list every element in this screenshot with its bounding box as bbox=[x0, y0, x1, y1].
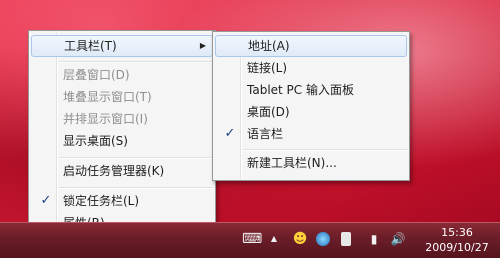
taskbar-context-menu: 工具栏(T) ▶ 层叠窗口(D) 堆叠显示窗口(T) 并排显示窗口(I) 显示桌… bbox=[28, 30, 216, 238]
menu-item-label: 工具栏(T) bbox=[64, 39, 117, 53]
menu-separator bbox=[59, 187, 213, 189]
submenu-item-desktop[interactable]: 桌面(D) bbox=[215, 101, 407, 123]
submenu-arrow-icon: ▶ bbox=[199, 41, 206, 50]
clock-time: 15:36 bbox=[441, 226, 473, 239]
taskbar[interactable]: ⌨ ▲ ☻ ▮ 🔊 15:36 2009/10/27 bbox=[0, 222, 500, 258]
menu-item-show-desktop[interactable]: 显示桌面(S) bbox=[31, 130, 213, 152]
menu-item-cascade-windows[interactable]: 层叠窗口(D) bbox=[31, 64, 213, 86]
menu-item-label: 新建工具栏(N)... bbox=[247, 156, 337, 170]
menu-item-label: 启动任务管理器(K) bbox=[63, 164, 165, 178]
menu-item-toolbars[interactable]: 工具栏(T) ▶ bbox=[31, 35, 213, 57]
device-icon[interactable] bbox=[341, 232, 351, 246]
network-icon[interactable]: ▮ bbox=[366, 231, 382, 247]
volume-icon[interactable]: 🔊 bbox=[390, 231, 406, 247]
menu-separator bbox=[59, 61, 213, 63]
clock[interactable]: 15:36 2009/10/27 bbox=[422, 225, 492, 255]
menu-item-label: 层叠窗口(D) bbox=[63, 68, 130, 82]
check-icon: ✓ bbox=[40, 193, 52, 208]
check-icon: ✓ bbox=[224, 126, 236, 141]
menu-item-label: Tablet PC 输入面板 bbox=[247, 83, 354, 97]
clock-date: 2009/10/27 bbox=[425, 241, 489, 254]
menu-item-task-manager[interactable]: 启动任务管理器(K) bbox=[31, 160, 213, 182]
menu-item-label: 桌面(D) bbox=[247, 105, 290, 119]
submenu-item-links[interactable]: 链接(L) bbox=[215, 57, 407, 79]
submenu-item-language-bar[interactable]: ✓ 语言栏 bbox=[215, 123, 407, 145]
network-app-icon[interactable] bbox=[316, 232, 330, 246]
menu-separator bbox=[243, 149, 407, 151]
chat-icon[interactable]: ☻ bbox=[292, 231, 308, 247]
menu-item-label: 锁定任务栏(L) bbox=[63, 194, 140, 208]
menu-item-label: 堆叠显示窗口(T) bbox=[63, 90, 152, 104]
menu-separator bbox=[59, 157, 213, 159]
menu-item-label: 并排显示窗口(I) bbox=[63, 112, 148, 126]
menu-item-label: 语言栏 bbox=[247, 127, 284, 141]
submenu-item-new-toolbar[interactable]: 新建工具栏(N)... bbox=[215, 152, 407, 174]
toolbars-submenu: 地址(A) 链接(L) Tablet PC 输入面板 桌面(D) ✓ 语言栏 新… bbox=[212, 31, 410, 181]
menu-item-lock-taskbar[interactable]: ✓ 锁定任务栏(L) bbox=[31, 190, 213, 212]
menu-item-side-by-side[interactable]: 并排显示窗口(I) bbox=[31, 108, 213, 130]
menu-item-label: 地址(A) bbox=[248, 39, 290, 53]
menu-item-label: 显示桌面(S) bbox=[63, 134, 128, 148]
menu-item-stack-windows[interactable]: 堆叠显示窗口(T) bbox=[31, 86, 213, 108]
submenu-item-address[interactable]: 地址(A) bbox=[215, 35, 407, 57]
keyboard-icon[interactable]: ⌨ bbox=[242, 231, 262, 247]
submenu-item-tablet-pc-input[interactable]: Tablet PC 输入面板 bbox=[215, 79, 407, 101]
menu-item-label: 链接(L) bbox=[247, 61, 288, 75]
show-hidden-icons-button[interactable]: ▲ bbox=[266, 231, 282, 247]
